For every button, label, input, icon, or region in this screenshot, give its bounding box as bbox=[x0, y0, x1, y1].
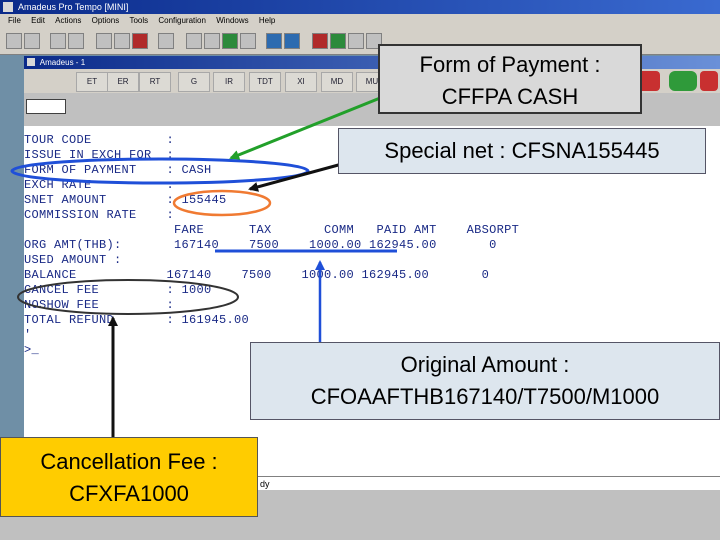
status-bar: dy bbox=[258, 476, 720, 490]
callout-command: CFFPA CASH bbox=[441, 84, 579, 109]
network-icon[interactable] bbox=[284, 33, 300, 49]
check-icon[interactable] bbox=[222, 33, 238, 49]
copy-icon[interactable] bbox=[68, 33, 84, 49]
app-title-bar: Amadeus Pro Tempo [MINI] bbox=[0, 0, 720, 14]
window-icon bbox=[27, 58, 35, 66]
stop-icon[interactable] bbox=[132, 33, 148, 49]
menu-file[interactable]: File bbox=[8, 16, 21, 25]
command-input[interactable] bbox=[26, 99, 66, 114]
print-icon[interactable] bbox=[24, 33, 40, 49]
menu-tools[interactable]: Tools bbox=[129, 16, 148, 25]
terminal-prompt: >_ bbox=[24, 343, 40, 357]
grid-icon[interactable] bbox=[240, 33, 256, 49]
menu-bar: File Edit Actions Options Tools Configur… bbox=[0, 14, 720, 28]
terminal-screen[interactable]: TOUR CODE : ISSUE IN EXCH FOR : FORM OF … bbox=[24, 126, 720, 476]
flag-icon[interactable] bbox=[312, 33, 328, 49]
callout-title: Original Amount : bbox=[400, 352, 570, 377]
menu-windows[interactable]: Windows bbox=[216, 16, 248, 25]
tab-er[interactable]: ER bbox=[107, 72, 139, 92]
terminal-line: TOUR CODE : bbox=[24, 133, 175, 147]
tab-tdt[interactable]: TDT bbox=[249, 72, 281, 92]
form-of-payment-callout: Form of Payment : CFFPA CASH bbox=[378, 44, 642, 114]
terminal-line: USED AMOUNT : bbox=[24, 253, 122, 267]
terminal-line: TOTAL REFUND : 161945.00 bbox=[24, 313, 250, 327]
page-icon[interactable] bbox=[114, 33, 130, 49]
terminal-line: FORM OF PAYMENT : CASH bbox=[24, 163, 212, 177]
list-icon[interactable] bbox=[204, 33, 220, 49]
terminal-line: NOSHOW FEE : bbox=[24, 298, 175, 312]
tab-rt[interactable]: RT bbox=[139, 72, 171, 92]
tab-md[interactable]: MD bbox=[321, 72, 353, 92]
menu-help[interactable]: Help bbox=[259, 16, 275, 25]
tab-et[interactable]: ET bbox=[76, 72, 108, 92]
bag-icon[interactable] bbox=[330, 33, 346, 49]
tab-ir[interactable]: IR bbox=[213, 72, 245, 92]
terminal-line: COMMISSION RATE : bbox=[24, 208, 175, 222]
callout-command: CFXFA1000 bbox=[69, 481, 189, 506]
globe-icon[interactable] bbox=[266, 33, 282, 49]
hotel-icon[interactable] bbox=[700, 71, 718, 91]
terminal-line: ISSUE IN EXCH FOR : bbox=[24, 148, 175, 162]
menu-configuration[interactable]: Configuration bbox=[158, 16, 206, 25]
terminal-line: ORG AMT(THB): 167140 7500 1000.00 162945… bbox=[24, 238, 497, 252]
menu-actions[interactable]: Actions bbox=[55, 16, 81, 25]
cancellation-fee-callout: Cancellation Fee : CFXFA1000 bbox=[0, 437, 258, 517]
terminal-line: CANCEL FEE : 1000 bbox=[24, 283, 212, 297]
car-icon[interactable] bbox=[669, 71, 697, 91]
callout-text: Special net : CFSNA155445 bbox=[384, 138, 660, 163]
terminal-line: ' bbox=[24, 328, 32, 342]
menu-options[interactable]: Options bbox=[92, 16, 120, 25]
status-text: dy bbox=[260, 479, 270, 489]
window-title: Amadeus - 1 bbox=[39, 58, 86, 67]
menu-edit[interactable]: Edit bbox=[31, 16, 45, 25]
save-icon[interactable] bbox=[6, 33, 22, 49]
text-icon[interactable] bbox=[186, 33, 202, 49]
callout-command: CFOAAFTHB167140/T7500/M1000 bbox=[310, 384, 660, 409]
terminal-line: EXCH RATE : bbox=[24, 178, 175, 192]
terminal-line: BALANCE 167140 7500 1000.00 162945.00 0 bbox=[24, 268, 490, 282]
callout-title: Cancellation Fee : bbox=[40, 449, 218, 474]
tab-xi[interactable]: XI bbox=[285, 72, 317, 92]
tab-g[interactable]: G bbox=[178, 72, 210, 92]
terminal-line: FARE TAX COMM PAID AMT ABSORPT bbox=[24, 223, 520, 237]
original-amount-callout: Original Amount : CFOAAFTHB167140/T7500/… bbox=[250, 342, 720, 420]
terminal-line: SNET AMOUNT : 155445 bbox=[24, 193, 227, 207]
settings-icon[interactable] bbox=[158, 33, 174, 49]
callout-title: Form of Payment : bbox=[419, 52, 601, 77]
mail-icon[interactable] bbox=[348, 33, 364, 49]
cut-icon[interactable] bbox=[50, 33, 66, 49]
app-title: Amadeus Pro Tempo [MINI] bbox=[18, 2, 129, 12]
special-net-callout: Special net : CFSNA155445 bbox=[338, 128, 706, 174]
app-icon bbox=[3, 2, 13, 12]
document-icon[interactable] bbox=[96, 33, 112, 49]
